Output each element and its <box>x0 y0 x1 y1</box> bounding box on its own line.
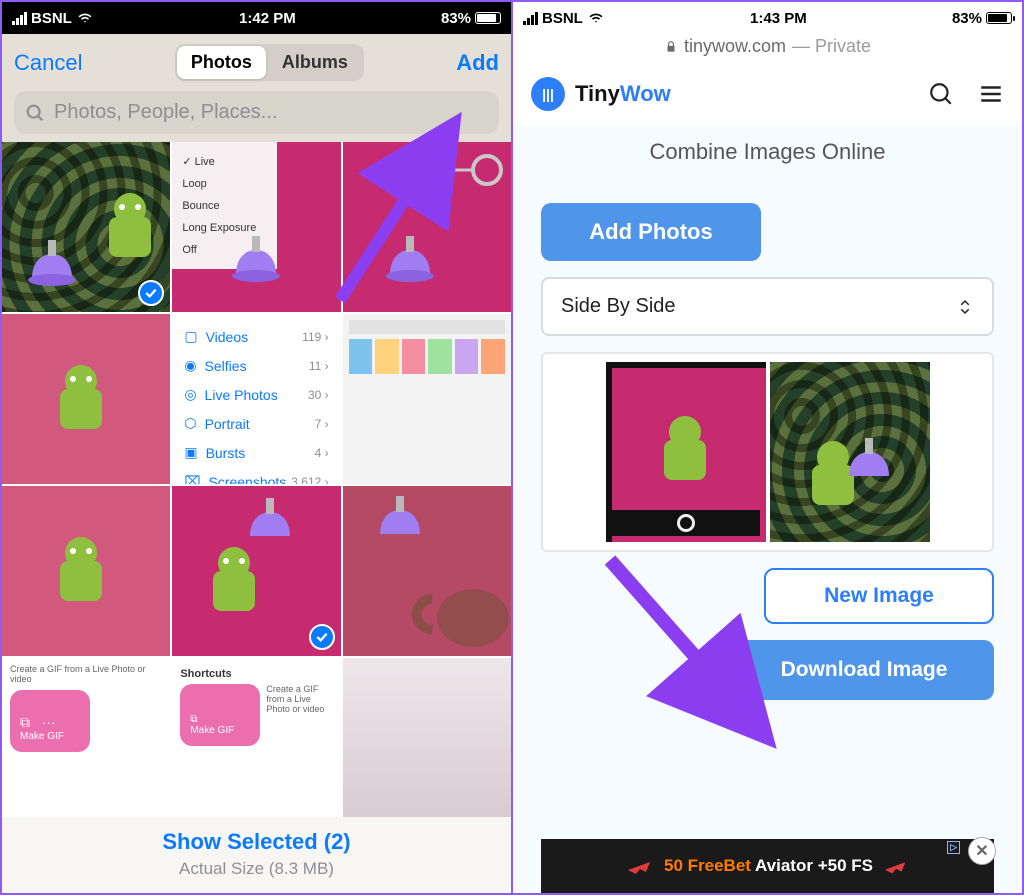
carrier-label: BSNL <box>31 10 72 27</box>
shortcuts-heading: Shortcuts <box>180 668 332 680</box>
adchoices-icon[interactable]: ▷ <box>947 841 960 854</box>
signal-icon <box>523 12 538 25</box>
photo-thumb[interactable] <box>343 486 511 656</box>
shortcut-note: Create a GIF from a Live Photo or video <box>10 664 162 684</box>
screenshot-safari-tinywow: BSNL 1:43 PM 83% tinywow.com — Private |… <box>513 0 1024 895</box>
segmented-control[interactable]: Photos Albums <box>175 44 364 81</box>
photo-thumb[interactable]: Create a GIF from a Live Photo or video … <box>2 658 170 817</box>
new-image-button[interactable]: New Image <box>764 568 994 624</box>
menu-item[interactable]: Loop <box>182 173 266 195</box>
tab-photos[interactable]: Photos <box>177 46 266 79</box>
search-icon <box>24 102 46 124</box>
actual-size-label: Actual Size (8.3 MB) <box>10 859 503 879</box>
android-icon <box>46 537 116 623</box>
logo-icon: ||| <box>531 77 565 111</box>
bell-icon <box>20 236 84 310</box>
plane-icon <box>883 856 909 876</box>
bell-icon <box>368 492 432 566</box>
photo-thumb[interactable] <box>2 142 170 312</box>
brand-logo[interactable]: ||| TinyWow <box>531 77 671 111</box>
menu-item[interactable]: Bounce <box>182 195 266 217</box>
signal-icon <box>12 12 27 25</box>
lock-icon <box>664 40 678 54</box>
shortcut-card[interactable]: ⧉ ⋯ Make GIF <box>10 690 90 752</box>
plane-icon <box>626 856 654 876</box>
chevrons-icon <box>956 298 974 316</box>
preview-panel <box>541 352 994 552</box>
clock: 1:42 PM <box>239 10 296 27</box>
url-suffix: — Private <box>792 36 871 57</box>
clock: 1:43 PM <box>750 10 807 27</box>
cancel-button[interactable]: Cancel <box>14 50 82 76</box>
preview-image <box>770 362 930 542</box>
ad-banner[interactable]: 50 FreeBet Aviator +50 FS ▷ ✕ <box>541 839 994 893</box>
battery-percent: 83% <box>441 10 471 27</box>
shortcut-description: Create a GIF from a Live Photo or video <box>266 684 332 714</box>
shortcut-card[interactable]: ⧉Make GIF <box>180 684 260 746</box>
photo-grid[interactable]: Live Loop Bounce Long Exposure Off <box>2 142 511 817</box>
tab-albums[interactable]: Albums <box>268 46 362 79</box>
photo-thumb[interactable]: Live Loop Bounce Long Exposure Off <box>172 142 340 312</box>
search-placeholder: Photos, People, Places... <box>54 101 277 124</box>
add-button[interactable]: Add <box>456 50 499 76</box>
show-selected-button[interactable]: Show Selected (2) <box>10 829 503 855</box>
photo-thumb[interactable] <box>2 314 170 484</box>
picker-header: Cancel Photos Albums Add Photos, People,… <box>2 34 511 142</box>
photo-thumb[interactable] <box>343 314 511 484</box>
site-header: ||| TinyWow <box>513 63 1022 125</box>
bell-icon <box>224 232 288 306</box>
add-photos-button[interactable]: Add Photos <box>541 203 761 261</box>
bell-icon <box>837 434 901 508</box>
page-title: Combine Images Online <box>513 125 1022 189</box>
url-host: tinywow.com <box>684 36 786 57</box>
android-icon <box>46 365 116 451</box>
wifi-icon <box>587 11 605 25</box>
photo-thumb[interactable] <box>343 142 511 312</box>
status-bar: BSNL 1:42 PM 83% <box>2 2 511 34</box>
carrier-label: BSNL <box>542 10 583 27</box>
keyring-icon <box>427 150 507 190</box>
android-icon <box>650 416 720 502</box>
wifi-icon <box>76 11 94 25</box>
picker-footer: Show Selected (2) Actual Size (8.3 MB) <box>2 817 511 893</box>
photo-thumb[interactable] <box>2 486 170 656</box>
android-icon <box>95 193 165 279</box>
photo-thumb[interactable] <box>343 658 511 817</box>
android-icon <box>199 547 269 633</box>
photo-thumb[interactable]: ▢ Videos119 › ◉ Selfies11 › ◎ Live Photo… <box>172 314 340 484</box>
download-image-button[interactable]: Download Image <box>734 640 994 700</box>
search-input[interactable]: Photos, People, Places... <box>14 91 499 134</box>
battery-icon <box>475 12 501 24</box>
screenshot-ios-photo-picker: BSNL 1:42 PM 83% Cancel Photos Albums Ad… <box>0 0 513 895</box>
select-value: Side By Side <box>561 295 676 318</box>
close-ad-button[interactable]: ✕ <box>968 837 996 865</box>
bell-icon <box>378 232 442 306</box>
photo-thumb[interactable] <box>172 486 340 656</box>
menu-item[interactable]: Live <box>182 150 266 173</box>
address-bar[interactable]: tinywow.com — Private <box>513 34 1022 63</box>
selected-checkmark-icon <box>309 624 335 650</box>
battery-icon <box>986 12 1012 24</box>
photo-thumb[interactable]: Shortcuts ⧉Make GIF Create a GIF from a … <box>172 658 340 817</box>
layout-select[interactable]: Side By Side <box>541 277 994 336</box>
search-icon[interactable] <box>928 81 954 107</box>
preview-image <box>606 362 766 542</box>
menu-icon[interactable] <box>978 81 1004 107</box>
status-bar: BSNL 1:43 PM 83% <box>513 2 1022 34</box>
battery-percent: 83% <box>952 10 982 27</box>
